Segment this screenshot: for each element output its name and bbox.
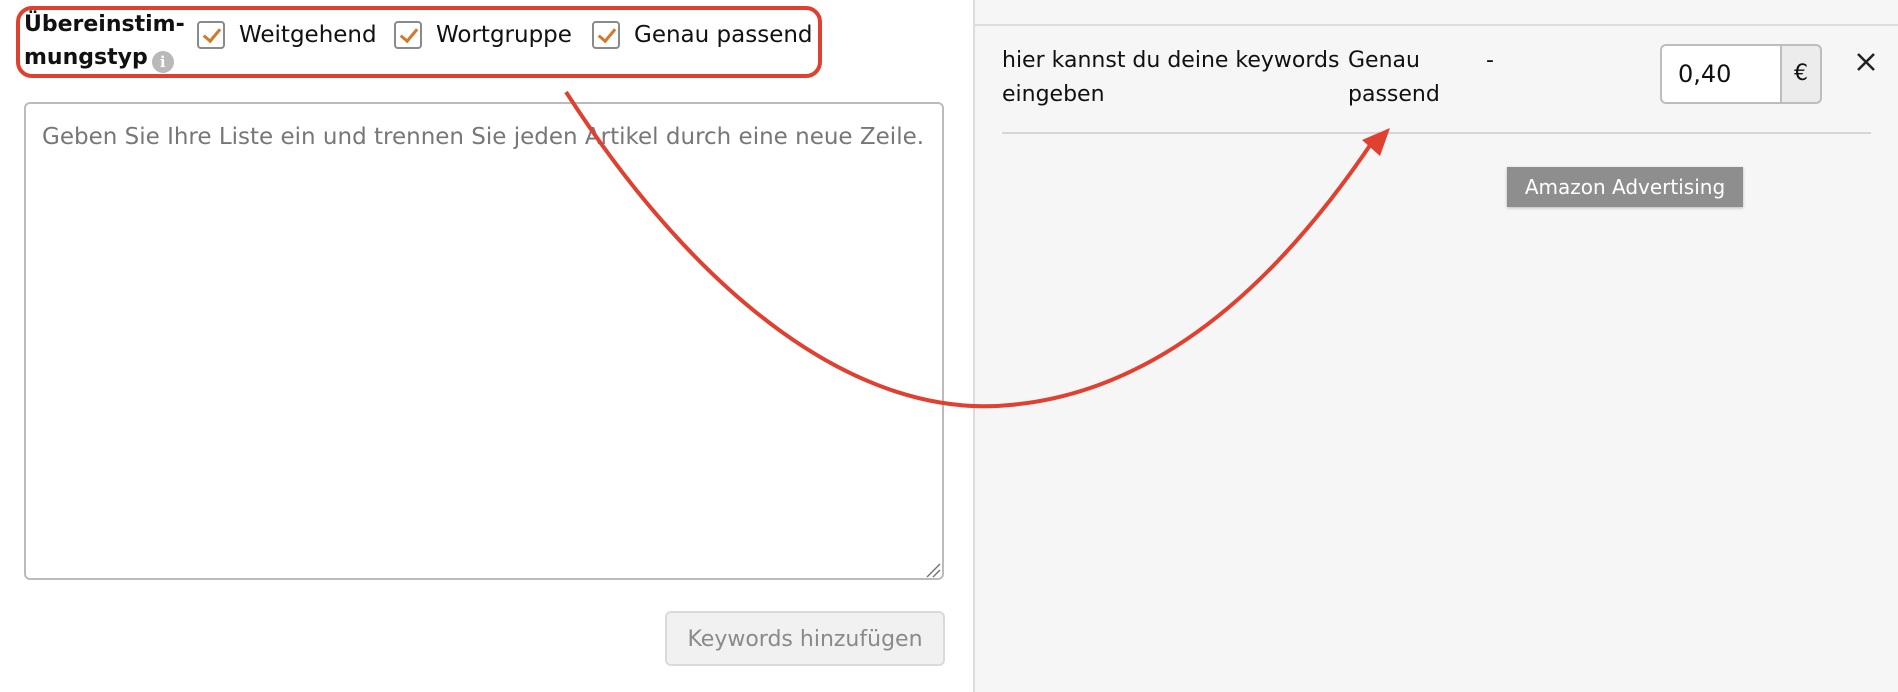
match-type-label: Übereinstim-mungstyp i [24,8,185,74]
currency-label: € [1780,44,1822,104]
watermark-badge: Amazon Advertising [1507,167,1743,207]
checkbox-label: Wortgruppe [436,22,572,48]
checkmark-icon[interactable] [592,21,620,49]
bid-input[interactable] [1660,44,1780,104]
keyword-text: hier kannst du deine keywords eingeben [1002,48,1340,107]
left-panel: Übereinstim-mungstyp i Weitgehend Wortgru… [0,0,973,692]
resize-handle-icon[interactable] [925,562,941,578]
keyword-match-type: Genau passend [1348,48,1440,107]
suggested-bid: - [1486,48,1494,73]
checkmark-icon[interactable] [394,21,422,49]
row-divider [1002,132,1871,134]
add-keywords-button[interactable]: Keywords hinzufügen [665,611,945,666]
checkbox-weitgehend[interactable]: Weitgehend [197,21,377,49]
header-line [975,24,1898,26]
right-panel: hier kannst du deine keywords eingeben G… [975,0,1898,692]
close-icon[interactable] [1855,51,1877,73]
checkbox-wortgruppe[interactable]: Wortgruppe [394,21,572,49]
checkbox-label: Genau passend [634,22,813,48]
remove-keyword-button[interactable] [1848,44,1884,80]
checkbox-label: Weitgehend [239,22,377,48]
checkbox-genau-passend[interactable]: Genau passend [592,21,813,49]
checkmark-icon[interactable] [197,21,225,49]
info-icon[interactable]: i [151,51,174,73]
keyword-list-input[interactable] [24,102,944,580]
